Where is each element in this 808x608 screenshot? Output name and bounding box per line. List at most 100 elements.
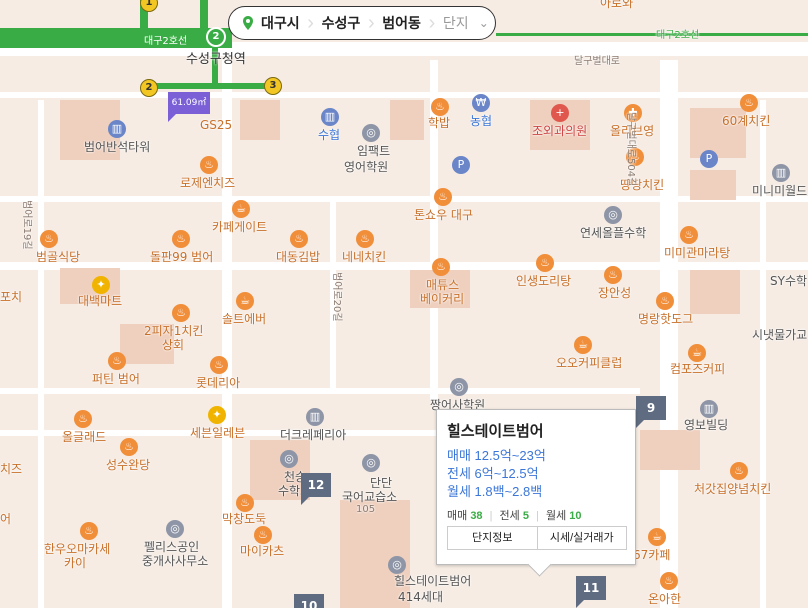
road bbox=[660, 60, 678, 608]
region-breadcrumb: 대구시 › 수성구 › 범어동 › 단지 ⌄ bbox=[228, 6, 496, 40]
restaurant-icon[interactable]: ♨ bbox=[108, 352, 126, 370]
school-icon[interactable]: ◎ bbox=[604, 206, 622, 224]
bank-icon[interactable]: ₩ bbox=[472, 94, 490, 112]
store-icon[interactable]: ✦ bbox=[208, 406, 226, 424]
restaurant-icon[interactable]: ♨ bbox=[656, 292, 674, 310]
restaurant-icon[interactable]: ♨ bbox=[604, 266, 622, 284]
listing-count-marker[interactable]: 9 bbox=[636, 396, 666, 428]
poi-label: 국어교습소 bbox=[342, 490, 398, 504]
cafe-icon[interactable]: ☕ bbox=[236, 292, 254, 310]
breadcrumb-complex[interactable]: 단지 bbox=[439, 13, 473, 33]
breadcrumb-dong[interactable]: 범어동 bbox=[378, 13, 425, 33]
cafe-icon[interactable]: ☕ bbox=[648, 528, 666, 546]
jeonse-count: 5 bbox=[522, 510, 529, 522]
poi-label: 올글래드 bbox=[62, 430, 107, 444]
restaurant-icon[interactable]: ♨ bbox=[434, 188, 452, 206]
restaurant-icon[interactable]: ♨ bbox=[172, 230, 190, 248]
subway-exit-badge[interactable]: 1 bbox=[140, 0, 158, 12]
map-canvas[interactable]: 대구2호선 대구2호선 수성구청역 1 2 2 3 61.09㎡ ▥ 범어반석타… bbox=[0, 0, 808, 608]
restaurant-icon[interactable]: ♨ bbox=[680, 226, 698, 244]
poi-label: 농협 bbox=[470, 114, 493, 128]
restaurant-icon[interactable]: ♨ bbox=[210, 356, 228, 374]
school-icon[interactable]: ◎ bbox=[280, 450, 298, 468]
poi-label: 처갓집양념치킨 bbox=[694, 482, 772, 496]
poi-label: 아로와 bbox=[600, 0, 634, 10]
listing-count-marker[interactable]: 11 bbox=[576, 576, 606, 608]
poi-label: 포치 bbox=[0, 290, 23, 304]
subway-line-label: 대구2호선 bbox=[144, 36, 188, 47]
parking-icon[interactable]: P bbox=[452, 156, 470, 174]
school-icon[interactable]: ◎ bbox=[450, 378, 468, 396]
poi-label: 대백마트 bbox=[78, 294, 123, 308]
chevron-down-icon[interactable]: ⌄ bbox=[479, 16, 489, 30]
cafe-icon[interactable]: ☕ bbox=[232, 200, 250, 218]
poi-label: SY수학 bbox=[770, 274, 808, 288]
building-icon[interactable]: ▥ bbox=[306, 408, 324, 426]
subway-exit-badge[interactable]: 2 bbox=[140, 79, 158, 97]
parking-icon[interactable]: P bbox=[700, 150, 718, 168]
restaurant-icon[interactable]: ♨ bbox=[200, 156, 218, 174]
restaurant-icon[interactable]: ♨ bbox=[356, 230, 374, 248]
road-name: 달구벌대로 bbox=[574, 56, 620, 67]
restaurant-icon[interactable]: ♨ bbox=[730, 462, 748, 480]
poi-label: 명랑핫도그 bbox=[638, 312, 694, 326]
subway-station-name[interactable]: 수성구청역 bbox=[186, 48, 246, 67]
bank-icon[interactable]: ▥ bbox=[321, 108, 339, 126]
road-name: 범어로19길 bbox=[21, 200, 32, 250]
complex-info-button[interactable]: 단지정보 bbox=[448, 527, 537, 549]
jeonse-count-label: 전세 bbox=[499, 510, 520, 522]
restaurant-icon[interactable]: ♨ bbox=[432, 258, 450, 276]
poi-label: 톤쇼우 대구 bbox=[414, 208, 474, 222]
road bbox=[0, 196, 808, 202]
popup-sale-range: 매매 12.5억~23억 bbox=[447, 448, 546, 463]
breadcrumb-district[interactable]: 수성구 bbox=[318, 13, 365, 33]
complex-popup: 힐스테이트범어 매매 12.5억~23억 전세 6억~12.5억 월세 1.8백… bbox=[436, 409, 636, 565]
monthly-count-label: 월세 bbox=[545, 510, 567, 522]
school-icon[interactable]: ◎ bbox=[362, 124, 380, 142]
poi-label: 온아한 bbox=[648, 592, 682, 606]
restaurant-icon[interactable]: ♨ bbox=[74, 410, 92, 428]
sale-count-label: 매매 bbox=[447, 510, 468, 522]
road-name: 범어로20길 bbox=[331, 272, 342, 322]
restaurant-icon[interactable]: ♨ bbox=[740, 94, 758, 112]
price-history-button[interactable]: 시세/실거래가 bbox=[536, 527, 627, 549]
subway-exit-badge[interactable]: 3 bbox=[264, 77, 282, 95]
listing-count-marker[interactable]: 10 bbox=[294, 594, 324, 608]
breadcrumb-separator: › bbox=[367, 11, 375, 34]
restaurant-icon[interactable]: ♨ bbox=[80, 522, 98, 540]
poi-label: 힐스테이트범어 bbox=[394, 574, 472, 588]
restaurant-icon[interactable]: ♨ bbox=[120, 438, 138, 456]
office-icon[interactable]: ◎ bbox=[166, 520, 184, 538]
poi-label: 미미관마라탕 bbox=[664, 246, 731, 260]
poi-label: 베이커리 bbox=[420, 292, 465, 306]
poi-label: 솔트에버 bbox=[222, 312, 267, 326]
restaurant-icon[interactable]: ♨ bbox=[40, 230, 58, 248]
poi-label: 시냇물가교 bbox=[752, 328, 808, 342]
area-badge[interactable]: 61.09㎡ bbox=[168, 92, 210, 122]
poi-label: 롯데리아 bbox=[196, 376, 241, 390]
listing-count-marker[interactable]: 12 bbox=[301, 473, 331, 505]
road bbox=[760, 100, 766, 608]
restaurant-icon[interactable]: ♨ bbox=[536, 254, 554, 272]
breadcrumb-city[interactable]: 대구시 bbox=[257, 13, 304, 33]
bank-icon[interactable]: ▥ bbox=[108, 120, 126, 138]
road-name: 달구벌대로504길 bbox=[625, 112, 636, 187]
building bbox=[690, 170, 736, 200]
building bbox=[390, 100, 424, 140]
poi-label: 임팩트 bbox=[357, 144, 391, 158]
cafe-icon[interactable]: ☕ bbox=[574, 336, 592, 354]
poi-label: 414세대 bbox=[398, 590, 443, 604]
poi-label: 범골식당 bbox=[36, 250, 81, 264]
restaurant-icon[interactable]: ♨ bbox=[660, 572, 678, 590]
school-icon[interactable]: ◎ bbox=[362, 454, 380, 472]
restaurant-icon[interactable]: ♨ bbox=[172, 304, 190, 322]
poi-label: 범어반석타워 bbox=[84, 140, 151, 154]
restaurant-icon[interactable]: ♨ bbox=[290, 230, 308, 248]
popup-title[interactable]: 힐스테이트범어 bbox=[447, 420, 625, 441]
poi-label: 영어학원 bbox=[344, 160, 389, 174]
hospital-icon[interactable]: + bbox=[551, 104, 569, 122]
popup-monthly-range: 월세 1.8백~2.8백 bbox=[447, 484, 543, 499]
monthly-count: 10 bbox=[569, 510, 582, 522]
building-icon[interactable]: ▥ bbox=[772, 164, 790, 182]
poi-label: 로제엔치즈 bbox=[180, 176, 236, 190]
